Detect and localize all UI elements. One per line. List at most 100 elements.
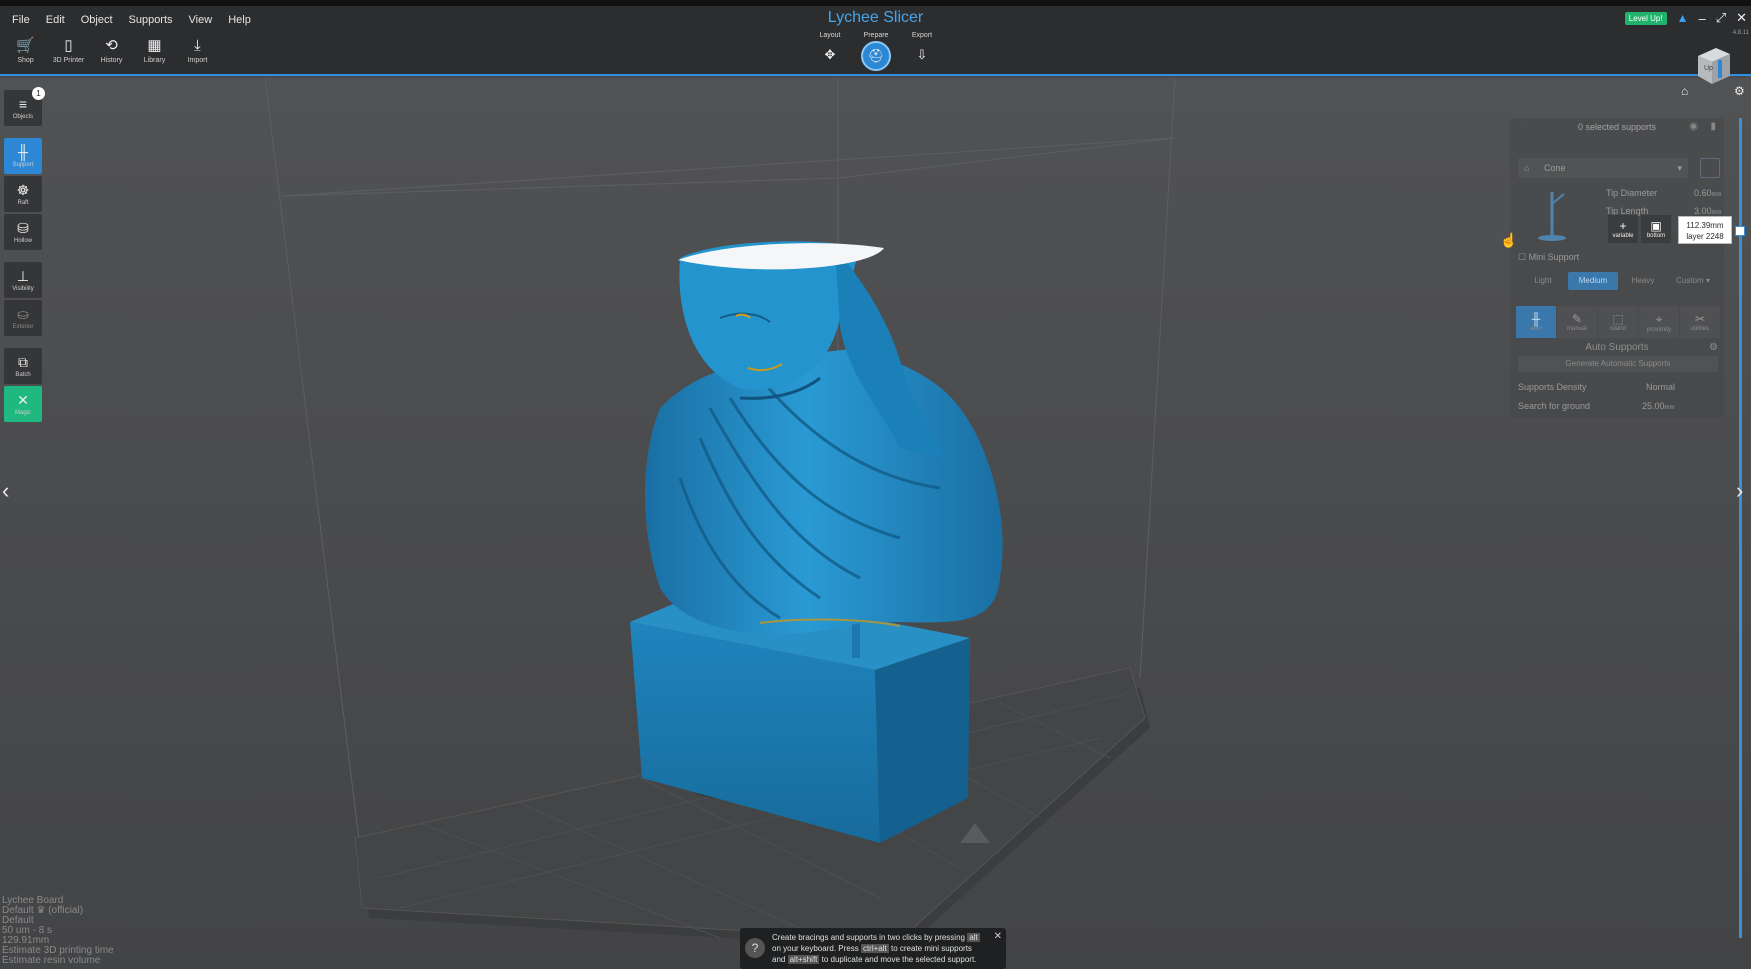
mode-prepare[interactable]: Prepare ⛑	[856, 32, 896, 71]
library-icon: ▦	[147, 37, 162, 54]
library-button[interactable]: ▦ Library	[133, 38, 176, 72]
batch-button[interactable]: ⧉ Batch	[4, 348, 42, 384]
printer-button[interactable]: ▯ 3D Printer	[47, 38, 90, 72]
support-button[interactable]: ╫ Support	[4, 138, 42, 174]
top-edge	[0, 0, 1751, 6]
eye-icon[interactable]: ◉	[1689, 121, 1698, 132]
exterior-label: Exterior	[12, 323, 34, 330]
mode-prepare-label: Prepare	[863, 32, 889, 39]
support-prepare-icon: ⛑	[861, 41, 891, 71]
density-custom-label: Custom	[1676, 276, 1704, 285]
layer-slider-handle[interactable]	[1735, 226, 1745, 236]
tab-island[interactable]: ⬚ island	[1598, 306, 1638, 338]
manual-support-icon: ✎	[1571, 312, 1583, 326]
variable-label: variable	[1612, 233, 1634, 239]
checkbox-icon: ☐	[1518, 252, 1527, 262]
cube-face-label: Up	[1704, 65, 1713, 72]
shop-button[interactable]: 🛒 Shop	[4, 38, 47, 72]
gear-icon[interactable]: ⚙	[1709, 342, 1718, 353]
list-icon: ≡	[18, 95, 28, 112]
selected-supports-text: 0 selected supports	[1577, 122, 1657, 132]
mode-export-label: Export	[911, 32, 933, 39]
mode-export[interactable]: Export ⇩	[902, 32, 942, 71]
tab-manual[interactable]: ✎ manual	[1557, 306, 1597, 338]
supports-density-label: Supports Density	[1518, 382, 1587, 392]
magic-button[interactable]: ✕ Magic	[4, 386, 42, 422]
hollow-label: Hollow	[13, 237, 32, 244]
auto-supports-title: Auto Supports	[1585, 342, 1649, 353]
bottom-button[interactable]: ▣ bottom	[1641, 215, 1671, 243]
mode-layout[interactable]: Layout ✥	[810, 32, 850, 71]
density-medium[interactable]: Medium	[1568, 272, 1618, 290]
layer-height: 112.39mm	[1686, 221, 1724, 230]
close-icon[interactable]: ✕	[1736, 10, 1747, 26]
layer-slider-track[interactable]	[1739, 118, 1742, 938]
batch-icon: ⧉	[18, 353, 28, 370]
support-options-button[interactable]	[1700, 158, 1720, 178]
chevron-right-icon[interactable]: ›	[1736, 478, 1743, 504]
slice-float-tools: + variable ▣ bottom	[1608, 215, 1671, 243]
settings-gear-icon[interactable]: ⚙	[1734, 84, 1745, 98]
hint-key-alt: alt	[967, 933, 980, 942]
mini-support-toggle[interactable]: ☐ Mini Support	[1518, 252, 1579, 263]
title-bar: File Edit Object Supports View Help Lych…	[0, 0, 1751, 76]
hint-toast: ? Create bracings and supports in two cl…	[740, 928, 1006, 969]
supports-density-value[interactable]: Normal	[1646, 382, 1675, 392]
exterior-icon: ⛀	[17, 305, 29, 322]
version-label: 4.8.11	[1732, 30, 1749, 36]
support-type-select[interactable]: Cone ▾ ⌂	[1518, 158, 1688, 178]
exterior-button[interactable]: ⛀ Exterior	[4, 300, 42, 336]
visibility-label: Visibility	[12, 285, 34, 292]
history-button[interactable]: ⟲ History	[90, 38, 133, 72]
layer-number: layer 2248	[1686, 232, 1724, 241]
main-toolbar: 🛒 Shop ▯ 3D Printer ⟲ History ▦ Library …	[4, 38, 219, 72]
cone-icon: ⌂	[1524, 163, 1530, 173]
left-sidebar: ≡ Objects 1 ╫ Support ☸ Raft ⛁ Hollow ⊥ …	[4, 87, 45, 424]
minimize-icon[interactable]: –	[1698, 11, 1705, 26]
tab-utilities[interactable]: ✂ utilities	[1680, 306, 1720, 338]
raft-label: Raft	[17, 199, 29, 206]
chevron-down-icon: ▾	[1677, 163, 1682, 173]
objects-button[interactable]: ≡ Objects 1	[4, 87, 45, 126]
cart-icon: 🛒	[16, 37, 35, 54]
magic-label: Magic	[14, 409, 31, 416]
maximize-icon[interactable]: ⤢	[1716, 10, 1726, 26]
hollow-icon: ⛁	[17, 219, 29, 236]
generate-supports-button[interactable]: Generate Automatic Supports	[1518, 356, 1718, 372]
proximity-icon: ⌖	[1655, 311, 1663, 326]
objects-label: Objects	[12, 113, 34, 120]
3d-viewport[interactable]	[0, 78, 1751, 969]
variable-button[interactable]: + variable	[1608, 215, 1638, 243]
tab-auto[interactable]: ╫ auto	[1516, 306, 1556, 338]
view-cube[interactable]: Up	[1690, 44, 1734, 88]
density-light[interactable]: Light	[1518, 272, 1568, 290]
mouse-cursor-icon: ☝	[1500, 232, 1518, 248]
tab-proximity[interactable]: ⌖ proximity	[1639, 306, 1679, 338]
density-heavy[interactable]: Heavy	[1618, 272, 1668, 290]
density-custom[interactable]: Custom ▾	[1668, 272, 1718, 290]
trash-icon[interactable]: ▮	[1710, 121, 1716, 132]
app-title: Lychee Slicer	[827, 9, 924, 26]
tab-utilities-label: utilities	[1690, 326, 1710, 332]
search-ground-unit: mm	[1664, 405, 1675, 411]
close-hint-icon[interactable]: ✕	[994, 931, 1002, 942]
library-label: Library	[143, 57, 166, 64]
move-icon: ✥	[824, 47, 836, 62]
home-icon[interactable]: ⌂	[1681, 84, 1688, 98]
hint-line3a: and	[772, 955, 786, 964]
hollow-button[interactable]: ⛁ Hollow	[4, 214, 42, 250]
tip-diameter-value[interactable]: 0.60	[1694, 188, 1712, 198]
tip-length-value[interactable]: 3.00	[1694, 206, 1712, 216]
search-ground-value[interactable]: 25.00	[1642, 401, 1665, 411]
import-button[interactable]: ⤓ Import	[176, 38, 219, 72]
level-up-button[interactable]: Level Up!	[1624, 11, 1667, 25]
visibility-button[interactable]: ⊥ Visibility	[4, 262, 42, 298]
support-type-value: Cone	[1544, 163, 1566, 173]
chevron-left-icon[interactable]: ‹	[2, 478, 9, 504]
warning-icon[interactable]: ▲	[1677, 11, 1689, 25]
visibility-icon: ⊥	[16, 267, 30, 284]
raft-button[interactable]: ☸ Raft	[4, 176, 42, 212]
estimate-volume-link[interactable]: Estimate resin volume	[2, 956, 114, 966]
tab-auto-label: auto	[1530, 326, 1542, 332]
utilities-icon: ✂	[1694, 312, 1706, 326]
